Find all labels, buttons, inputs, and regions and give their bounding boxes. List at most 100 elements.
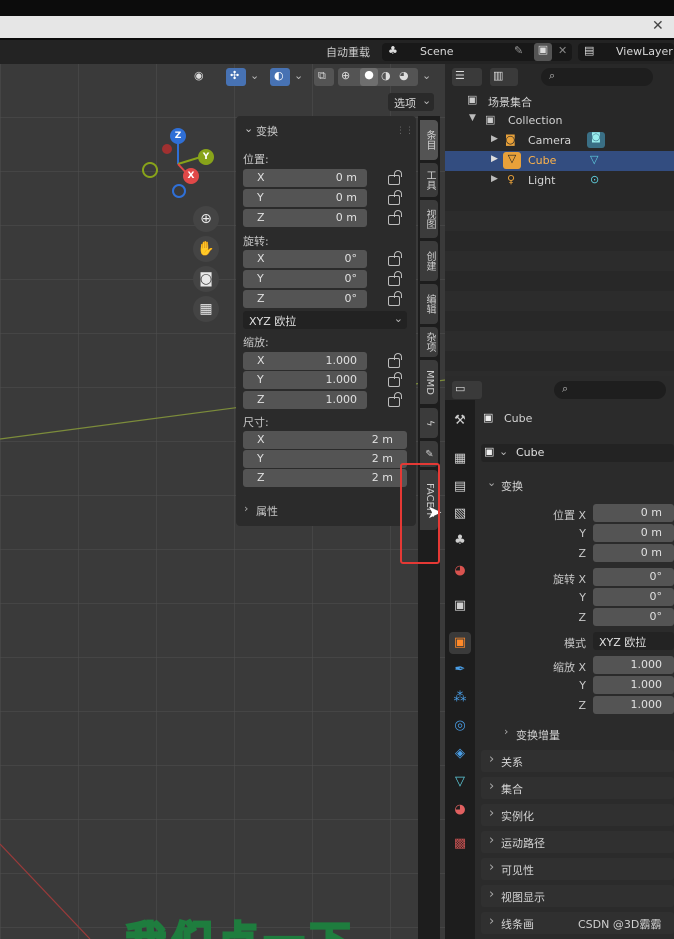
- lock-icon[interactable]: [388, 392, 402, 407]
- object-name-field[interactable]: ▣ ⌄ Cube: [481, 444, 674, 462]
- properties-editor-type[interactable]: ▭: [452, 381, 482, 399]
- rendered-icon[interactable]: ◕: [399, 69, 409, 82]
- gizmo-neg-x[interactable]: [162, 144, 172, 154]
- scale-x-field[interactable]: X 1.000: [243, 352, 367, 370]
- new-scene-icon[interactable]: ▣: [534, 43, 552, 61]
- shading-mode-group[interactable]: ⊕ ● ◑ ◕: [338, 68, 418, 86]
- editor-type-dropdown[interactable]: ☰: [452, 68, 482, 86]
- scale-z-field[interactable]: Z 1.000: [243, 391, 367, 409]
- collapse-chevron-icon[interactable]: ⌄: [244, 122, 253, 135]
- render-tab-icon[interactable]: ▦: [449, 448, 471, 470]
- physics-tab-icon[interactable]: ◎: [449, 715, 471, 737]
- scene-tab-icon[interactable]: ♣: [449, 530, 471, 552]
- properties-panel-title[interactable]: 属性: [256, 503, 278, 519]
- location-x-field[interactable]: X0 m: [243, 169, 367, 187]
- material-icon[interactable]: ◑: [381, 69, 391, 82]
- tab-addon-1[interactable]: ϟ: [420, 408, 438, 438]
- rotation-z-field[interactable]: Z 0°: [243, 290, 367, 308]
- xray-toggle[interactable]: ⧉: [314, 68, 334, 86]
- dimension-y-field[interactable]: Y2 m: [243, 450, 407, 468]
- prop-location-x[interactable]: 0 m: [593, 504, 674, 522]
- prop-rotation-y[interactable]: 0°: [593, 588, 674, 606]
- world-tab-icon[interactable]: ◕: [449, 560, 471, 582]
- view-layer-selector[interactable]: ▤ ViewLayer: [578, 43, 674, 61]
- expand-triangle-icon[interactable]: ▶: [491, 174, 498, 184]
- tab-misc[interactable]: 杂项: [420, 327, 438, 357]
- pin-icon[interactable]: ✎: [514, 44, 523, 57]
- section-visibility[interactable]: 可见性: [481, 858, 674, 880]
- section-viewport-display[interactable]: 视图显示: [481, 885, 674, 907]
- location-y-field[interactable]: Y0 m: [243, 189, 367, 207]
- gizmo-neg-z[interactable]: [172, 184, 186, 198]
- delta-transform-subpanel[interactable]: › 变换增量: [498, 724, 674, 744]
- visibility-dropdown[interactable]: ◉: [192, 68, 222, 86]
- lock-icon[interactable]: [388, 271, 402, 286]
- options-dropdown[interactable]: 选项 ⌄: [388, 93, 434, 111]
- prop-scale-y[interactable]: 1.000: [593, 676, 674, 694]
- list-item[interactable]: ▼ ▣ Collection: [445, 111, 674, 131]
- prop-scale-x[interactable]: 1.000: [593, 656, 674, 674]
- gizmo-dropdown[interactable]: ⌄: [248, 68, 262, 86]
- gizmo-toggle[interactable]: ✣: [226, 68, 246, 86]
- shading-dropdown[interactable]: ⌄: [420, 68, 434, 86]
- expand-triangle-icon[interactable]: ▼: [469, 113, 476, 123]
- rotation-y-field[interactable]: Y 0°: [243, 270, 367, 288]
- transform-section-header[interactable]: ⌄ 变换: [481, 474, 674, 496]
- overlay-dropdown[interactable]: ⌄: [292, 68, 306, 86]
- solid-icon[interactable]: ●: [360, 68, 378, 86]
- section-collections[interactable]: 集合: [481, 777, 674, 799]
- material-tab-icon[interactable]: ◕: [449, 799, 471, 821]
- tab-view[interactable]: 视图: [420, 200, 438, 238]
- modifier-tab-icon[interactable]: ✒: [449, 659, 471, 681]
- lock-icon[interactable]: [388, 210, 402, 225]
- scene-selector[interactable]: ♣ Scene ✎ ▣ ✕: [382, 43, 572, 61]
- section-relations[interactable]: 关系: [481, 750, 674, 772]
- gizmo-z-axis[interactable]: Z: [170, 128, 186, 144]
- gizmo-neg-y[interactable]: [142, 162, 158, 178]
- lock-icon[interactable]: [388, 291, 402, 306]
- tool-tab-icon[interactable]: ⚒: [449, 410, 471, 432]
- constraints-tab-icon[interactable]: ◈: [449, 743, 471, 765]
- list-item[interactable]: ▶ ◙ Camera ◙: [445, 131, 674, 151]
- output-tab-icon[interactable]: ▤: [449, 476, 471, 498]
- drag-handle-icon[interactable]: ⋮⋮: [396, 126, 414, 136]
- view-layer-tab-icon[interactable]: ▧: [449, 503, 471, 525]
- remove-scene-icon[interactable]: ✕: [558, 44, 567, 57]
- scale-y-field[interactable]: Y 1.000: [243, 371, 367, 389]
- wireframe-icon[interactable]: ⊕: [341, 69, 350, 82]
- transform-panel-title[interactable]: 变换: [256, 123, 278, 139]
- list-item[interactable]: ▶ ♀ Light ⊙: [445, 171, 674, 191]
- texture-tab-icon[interactable]: ▩: [449, 833, 471, 855]
- collection-tab-icon[interactable]: ▣: [449, 595, 471, 617]
- object-tab-icon[interactable]: ▣: [449, 632, 471, 654]
- prop-rotation-z[interactable]: 0°: [593, 608, 674, 626]
- rotation-mode-select[interactable]: XYZ 欧拉 ⌄: [243, 311, 407, 329]
- perspective-grid-icon[interactable]: ▦: [193, 296, 219, 322]
- close-icon[interactable]: ✕: [652, 18, 664, 34]
- auto-reload-label[interactable]: 自动重载: [326, 44, 370, 60]
- expand-triangle-icon[interactable]: ▶: [491, 134, 498, 144]
- particles-tab-icon[interactable]: ⁂: [449, 687, 471, 709]
- list-item[interactable]: ▣ 场景集合: [445, 91, 674, 111]
- tab-mmd[interactable]: MMD: [420, 360, 438, 404]
- expand-chevron-icon[interactable]: ›: [244, 502, 248, 515]
- expand-triangle-icon[interactable]: ▶: [491, 154, 498, 164]
- zoom-icon[interactable]: ⊕: [193, 206, 219, 232]
- overlay-toggle[interactable]: ◐: [270, 68, 290, 86]
- dimension-z-field[interactable]: Z2 m: [243, 469, 407, 487]
- properties-search-input[interactable]: ⌕: [554, 381, 666, 399]
- prop-rotation-x[interactable]: 0°: [593, 568, 674, 586]
- prop-location-z[interactable]: 0 m: [593, 544, 674, 562]
- rotation-x-field[interactable]: X 0°: [243, 250, 367, 268]
- gizmo-x-axis[interactable]: X: [183, 168, 199, 184]
- lock-icon[interactable]: [388, 190, 402, 205]
- list-item-selected[interactable]: ▶ ▽ Cube ▽: [445, 151, 674, 171]
- location-z-field[interactable]: Z0 m: [243, 209, 367, 227]
- gizmo-y-axis[interactable]: Y: [198, 149, 214, 165]
- tab-create[interactable]: 创建: [420, 241, 438, 281]
- section-motion-paths[interactable]: 运动路径: [481, 831, 674, 853]
- lock-icon[interactable]: [388, 170, 402, 185]
- prop-scale-z[interactable]: 1.000: [593, 696, 674, 714]
- data-tab-icon[interactable]: ▽: [449, 771, 471, 793]
- lock-icon[interactable]: [388, 251, 402, 266]
